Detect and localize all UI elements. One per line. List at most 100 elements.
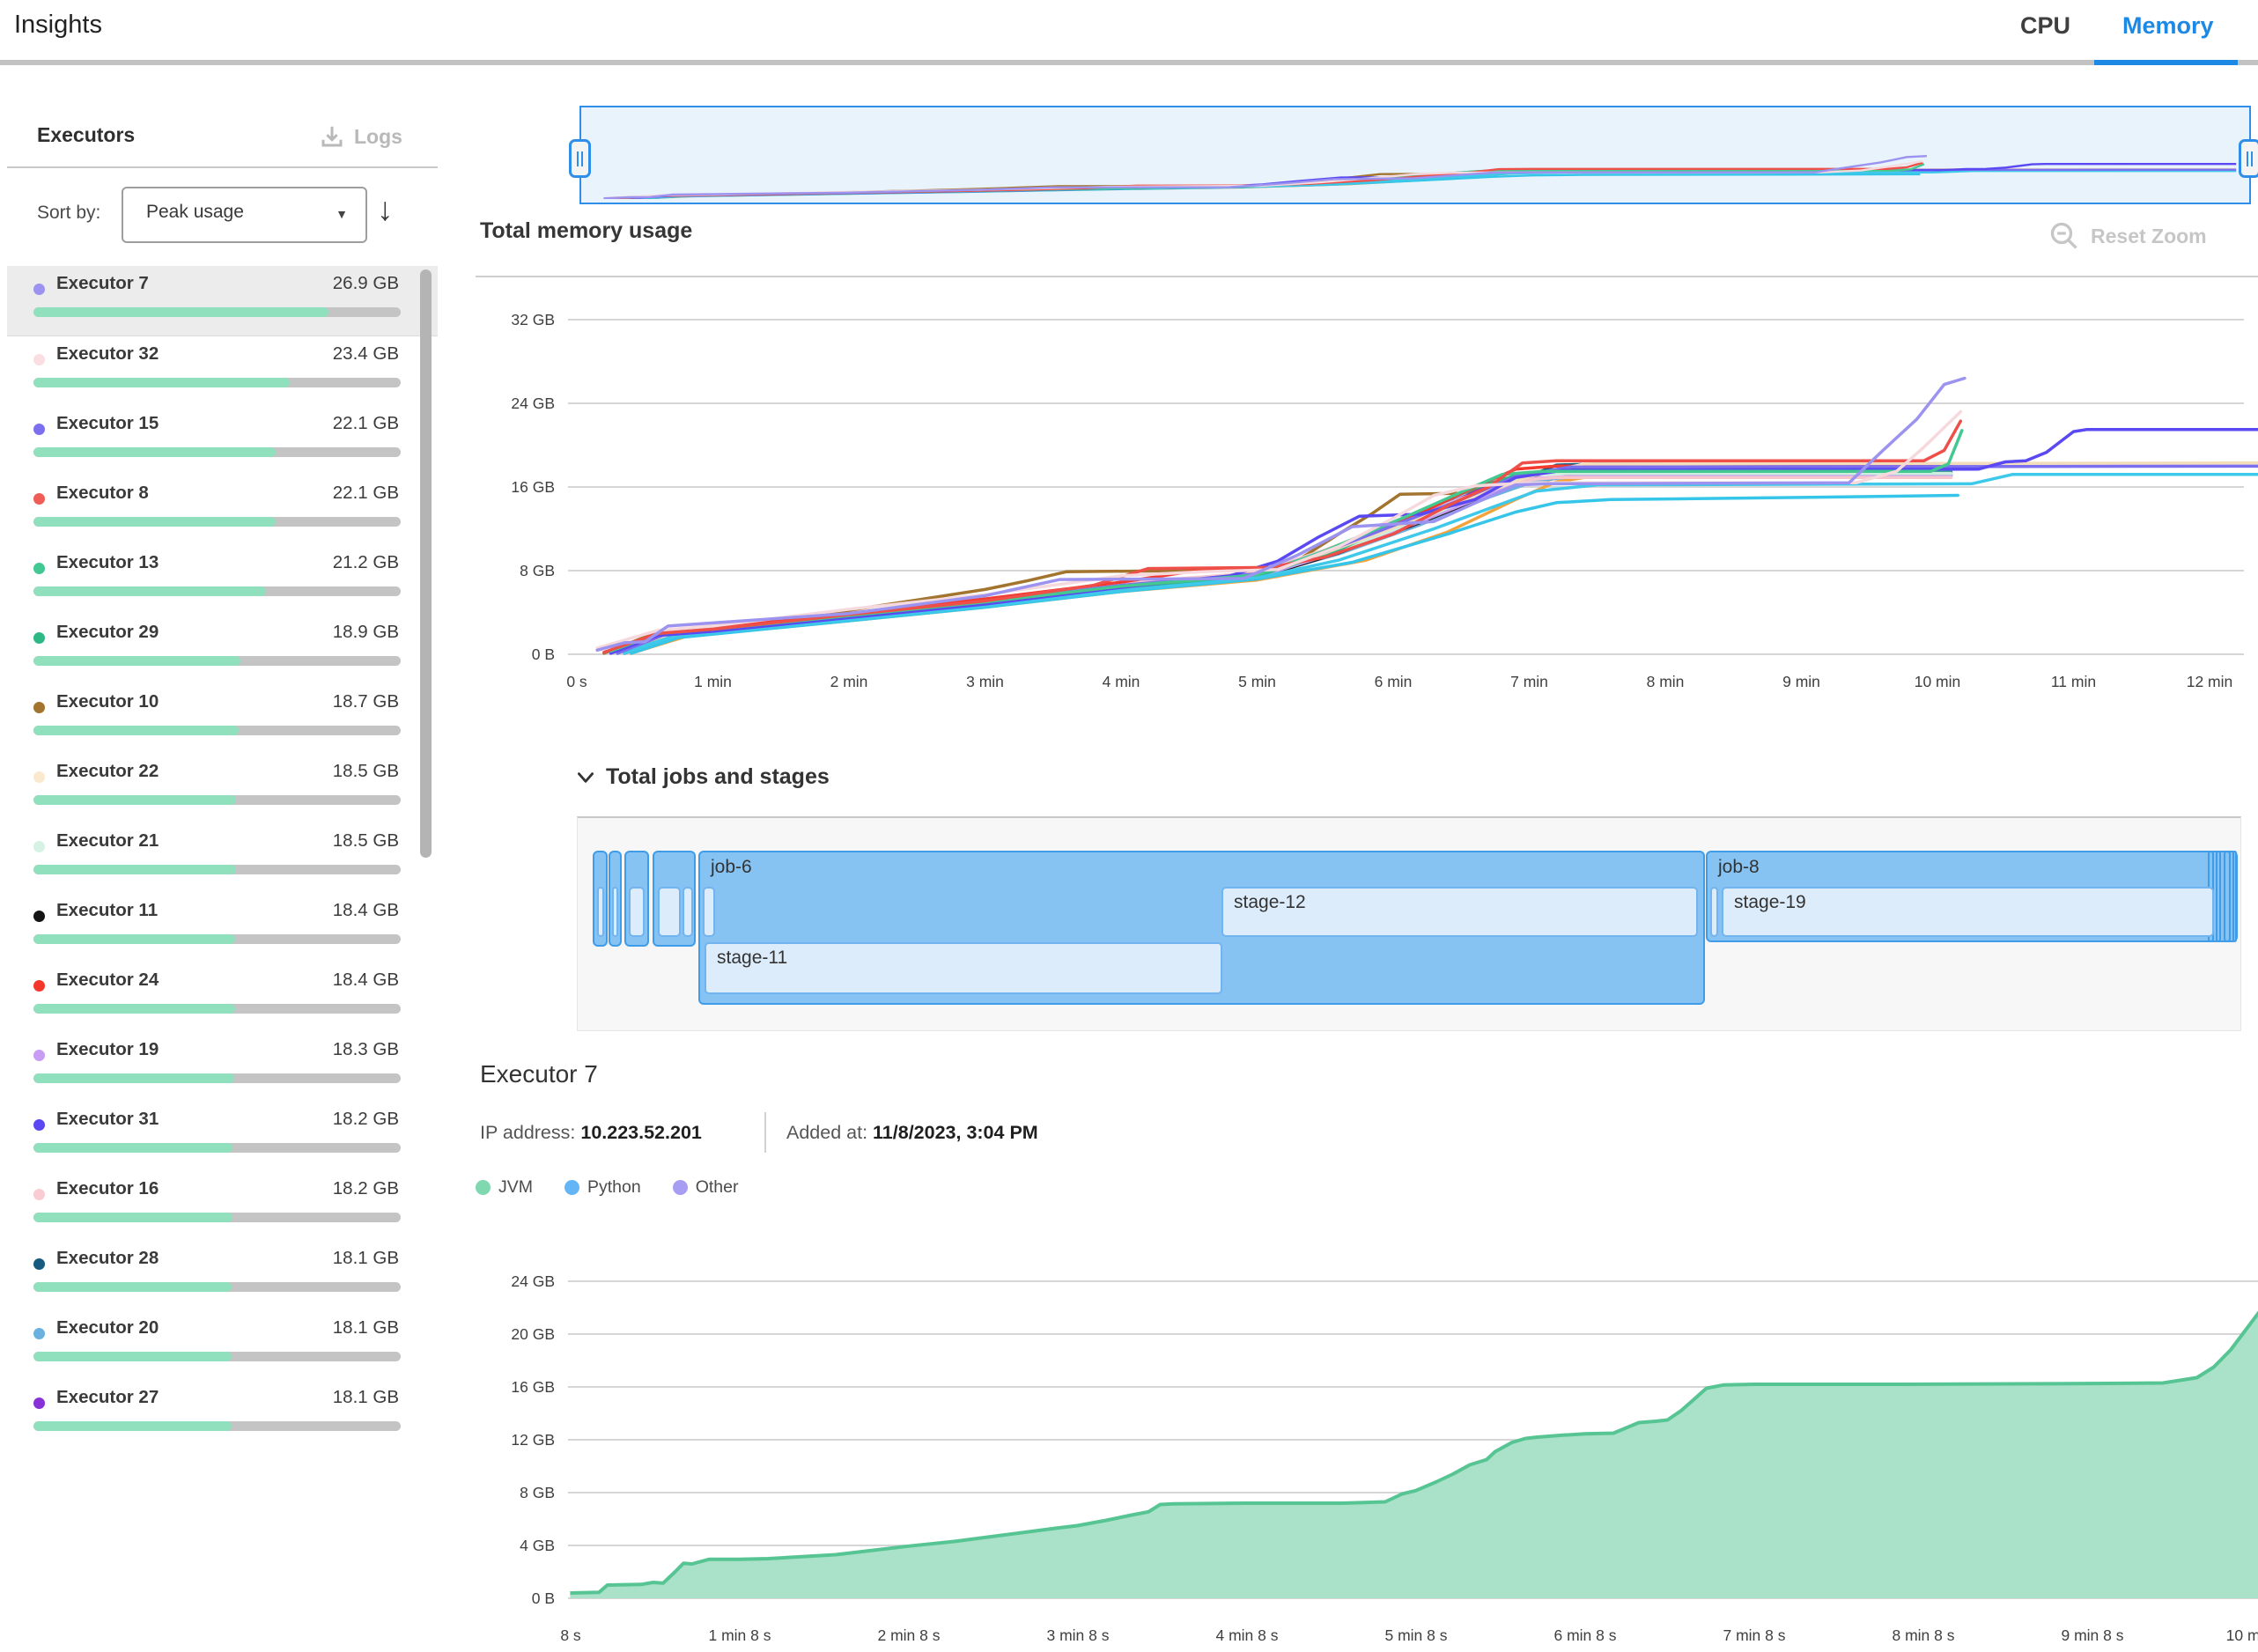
executor-peak-usage: 18.7 GB [333,691,399,712]
job-bar[interactable] [2224,851,2231,942]
x-axis-tick-label: 7 min 8 s [1723,1626,1786,1644]
executor-name: Executor 28 [56,1248,159,1269]
x-axis-tick-label: 6 min [1375,673,1413,690]
executor-color-dot [33,702,45,713]
tab-cpu[interactable]: CPU [2020,12,2070,40]
y-axis-tick-label: 0 B [532,645,555,663]
usage-bar-track [33,1073,401,1083]
usage-bar-fill [33,447,276,457]
executor-list-item[interactable]: Executor 2018.1 GB [7,1310,438,1380]
executor-name: Executor 8 [56,483,149,504]
y-axis-tick-label: 8 GB [520,1484,555,1501]
x-axis-tick-label: 7 min [1510,673,1548,690]
jobs-gantt-panel: job-6job-8stage-12stage-11stage-19 [577,816,2241,1031]
jobs-section-toggle[interactable]: Total jobs and stages [574,764,830,790]
executors-panel-title: Executors [37,123,135,147]
sort-select[interactable]: Peak usage ▼ [122,187,367,243]
usage-bar-track [33,1421,401,1431]
job-bar[interactable] [2232,851,2237,942]
executor-name: Executor 27 [56,1387,159,1408]
tab-memory[interactable]: Memory [2122,12,2214,40]
executor-peak-usage: 26.9 GB [333,273,399,294]
stage-bar[interactable] [612,887,618,937]
executor-list-item[interactable]: Executor 2218.5 GB [7,754,438,823]
stage-bar-stage-19[interactable]: stage-19 [1722,887,2214,937]
stage-bar-stage-12[interactable]: stage-12 [1221,887,1698,937]
executor-color-dot [33,493,45,505]
usage-bar-fill [33,586,266,596]
executor-detail-title: Executor 7 [480,1060,598,1088]
executor-peak-usage: 18.2 GB [333,1109,399,1130]
zoom-brush[interactable] [579,106,2251,204]
x-axis-tick-label: 4 min [1103,673,1140,690]
stage-bar[interactable] [683,887,693,937]
executor-peak-usage: 23.4 GB [333,343,399,365]
ip-address: IP address: 10.223.52.201 [480,1122,702,1144]
stage-bar[interactable] [1710,887,1718,937]
stage-bar[interactable] [629,887,645,937]
job-bar[interactable] [2216,851,2221,942]
stage-bar-stage-11[interactable]: stage-11 [705,942,1222,994]
executor-list-item[interactable]: Executor 13 21.2 GB [7,545,438,615]
usage-bar-fill [33,1282,232,1292]
x-axis-tick-label: 3 min 8 s [1047,1626,1110,1644]
executor-peak-usage: 21.2 GB [333,552,399,573]
executor-peak-usage: 18.1 GB [333,1317,399,1339]
executor-list-item[interactable]: Executor 2818.1 GB [7,1241,438,1310]
stage-bar[interactable] [597,887,604,937]
executor-color-dot [33,980,45,992]
executor-name: Executor 31 [56,1109,159,1130]
executor-list-item[interactable]: Executor 31 18.2 GB [7,1102,438,1171]
executor-color-dot [33,1328,45,1339]
executor-list-item[interactable]: Executor 1618.2 GB [7,1171,438,1241]
usage-bar-track [33,934,401,944]
reset-zoom-button[interactable]: Reset Zoom [2048,220,2207,252]
executor-name: Executor 13 [56,552,159,573]
x-axis-tick-label: 10 min [1915,673,1961,690]
executor-list-item[interactable]: Executor 2418.4 GB [7,962,438,1032]
total-memory-line-chart[interactable]: 0 B8 GB16 GB24 GB32 GB0 s1 min2 min3 min… [476,291,2258,704]
usage-bar-fill [33,1073,234,1083]
executor-name: Executor 21 [56,830,159,852]
stage-bar[interactable] [658,887,681,937]
legend-label: Python [587,1177,641,1198]
stage-bar[interactable] [703,887,715,937]
executor-list-item[interactable]: Executor 2718.1 GB [7,1380,438,1449]
executor-color-dot [33,1119,45,1131]
executor-color-dot [33,563,45,574]
added-at-value: 11/8/2023, 3:04 PM [873,1122,1038,1143]
y-axis-tick-label: 8 GB [520,562,555,579]
executor-list-item[interactable]: Executor 2118.5 GB [7,823,438,893]
brush-handle-right[interactable] [2239,139,2258,178]
executor-list-item[interactable]: Executor 3223.4 GB [7,336,438,406]
usage-bar-fill [33,1421,232,1431]
executor-list-item[interactable]: Executor 726.9 GB [7,266,438,336]
executor-list-item[interactable]: Executor 1918.3 GB [7,1032,438,1102]
executor-list-item[interactable]: Executor 1118.4 GB [7,893,438,962]
executor-name: Executor 22 [56,761,159,782]
chevron-down-icon [574,766,597,789]
executor-name: Executor 11 [56,900,158,921]
executor7-area-chart: 0 B4 GB8 GB12 GB16 GB20 GB24 GB8 s1 min … [476,1259,2258,1652]
stage-label: stage-11 [717,948,787,969]
x-axis-tick-label: 10 min 8 s [2226,1626,2258,1644]
executor-peak-usage: 18.4 GB [333,970,399,991]
executor-list-item[interactable]: Executor 2918.9 GB [7,615,438,684]
active-tab-underline [2094,60,2238,65]
executor-list-item[interactable]: Executor 1018.7 GB [7,684,438,754]
logs-button[interactable]: Logs [319,123,402,150]
brush-handle-left[interactable] [569,139,591,178]
executor-list-item[interactable]: Executor 1522.1 GB [7,406,438,476]
scrollbar-thumb[interactable] [420,269,432,858]
divider [476,276,2258,277]
legend-label: Other [696,1177,739,1198]
sort-direction-button[interactable]: ↓ [377,191,394,228]
stage-label: stage-12 [1234,892,1306,913]
executor-color-dot [33,354,45,365]
x-axis-tick-label: 4 min 8 s [1216,1626,1279,1644]
logs-button-label: Logs [354,125,402,149]
y-axis-tick-label: 12 GB [511,1431,555,1449]
usage-bar-fill [33,517,276,527]
executor-list-item[interactable]: Executor 822.1 GB [7,476,438,545]
usage-bar-fill [33,865,236,874]
